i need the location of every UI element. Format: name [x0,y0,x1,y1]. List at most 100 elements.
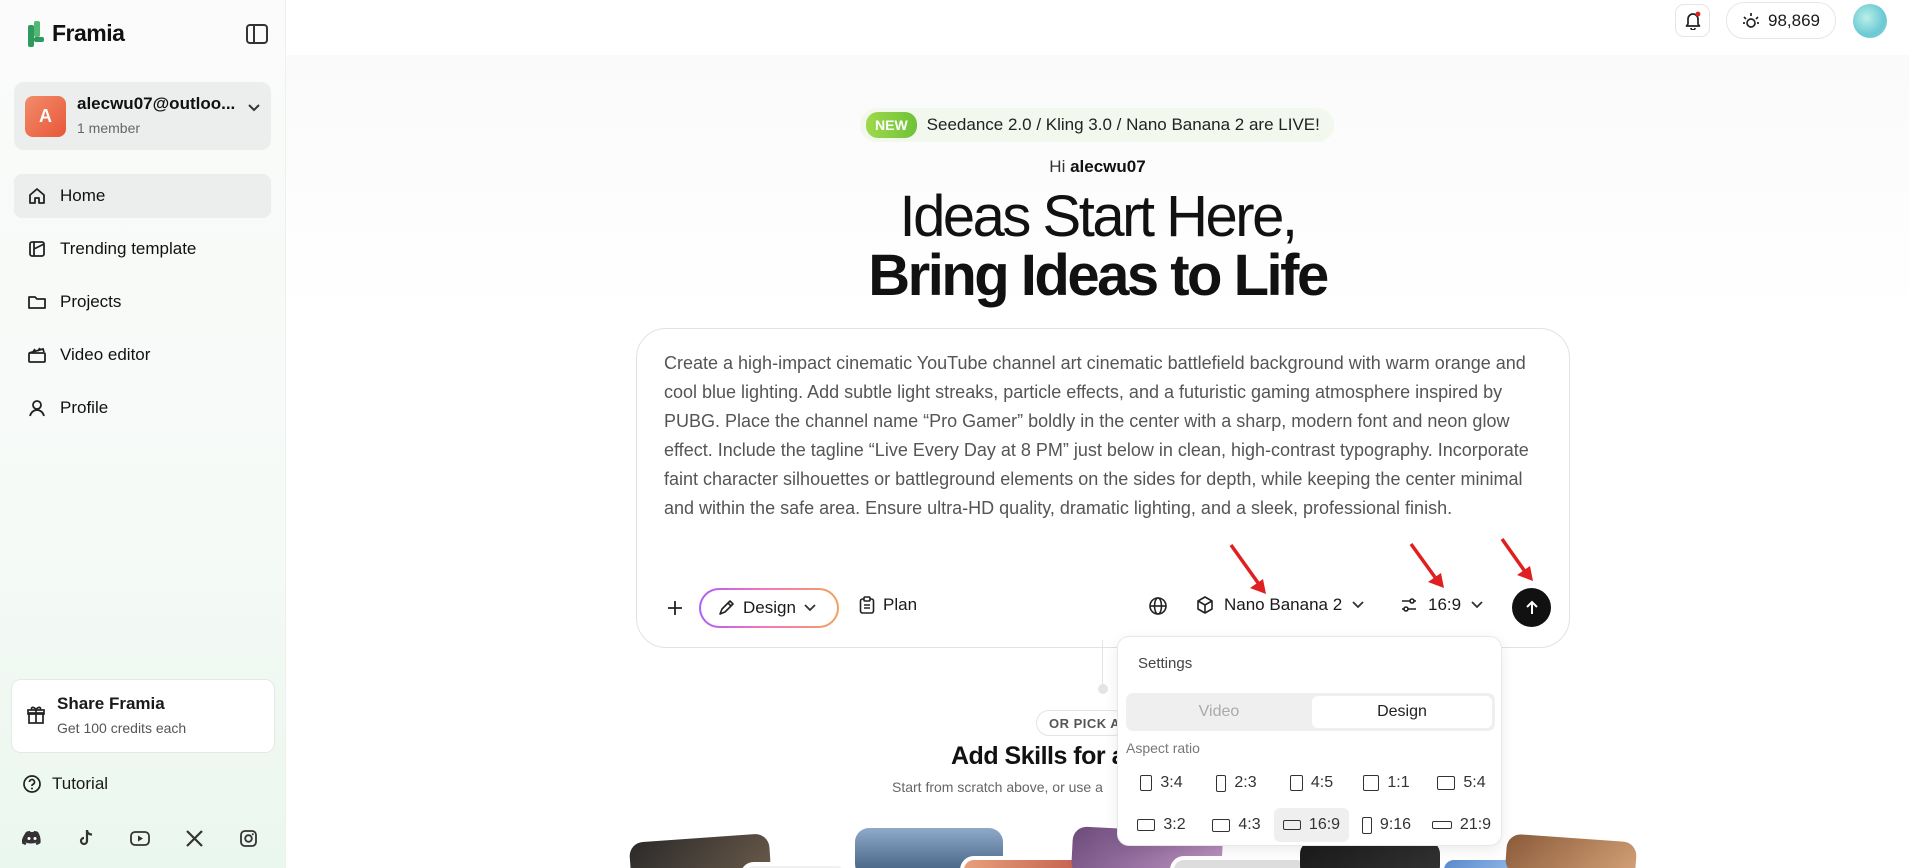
chevron-down-icon [1352,601,1364,609]
account-switcher[interactable]: A alecwu07@outloo... 1 member [14,82,271,150]
template-thumbnail[interactable] [1170,856,1310,868]
tiktok-icon[interactable] [76,828,96,848]
settings-popover: Settings Video Design Aspect ratio 3:4 2… [1117,636,1502,846]
annotation-arrow-icon [1409,542,1444,588]
ratio-shape-icon [1363,775,1380,791]
bell-icon [1685,11,1700,30]
ratio-shape-icon [1289,775,1303,791]
instagram-icon[interactable] [238,828,258,848]
avatar: A [25,96,66,137]
ratio-option-label: 5:4 [1463,774,1486,791]
share-framia-card[interactable]: Share Framia Get 100 credits each [11,679,275,753]
sidebar-item-video-editor[interactable]: Video editor [14,333,271,377]
clapperboard-icon [26,344,48,366]
sidebar-nav: Home Trending template Projects Video ed… [14,174,271,439]
sidebar-item-trending-template[interactable]: Trending template [14,227,271,271]
chevron-down-icon [1471,601,1483,609]
web-search-toggle[interactable] [1148,596,1168,621]
sidebar-item-projects[interactable]: Projects [14,280,271,324]
template-thumbnail[interactable] [1504,833,1638,868]
framia-logo[interactable]: Framia [28,20,125,47]
account-members: 1 member [77,120,141,136]
credits-badge[interactable]: 98,869 [1726,2,1836,39]
new-badge: NEW [866,112,917,138]
plan-button[interactable]: Plan [859,595,917,615]
ratio-option[interactable]: 5:4 [1424,766,1499,800]
ratio-option[interactable]: 4:5 [1274,766,1349,800]
framia-logo-icon [28,20,46,47]
ratio-option-label: 2:3 [1234,774,1257,791]
social-links [22,828,258,848]
add-attachment-button[interactable] [667,595,683,623]
ratio-shape-icon [1216,774,1227,792]
youtube-icon[interactable] [130,828,150,848]
user-icon [26,397,48,419]
credits-count: 98,869 [1768,10,1820,30]
mode-selector[interactable]: Design [699,588,839,628]
annotation-arrow-icon [1229,543,1266,594]
design-brush-icon [719,600,734,615]
tab-design[interactable]: Design [1312,696,1492,728]
credits-icon [1743,12,1759,28]
aspect-ratio-selector[interactable]: 16:9 [1400,595,1483,615]
ratio-option[interactable]: 4:3 [1199,808,1274,842]
sidebar-item-label: Projects [60,292,122,311]
announcement-banner[interactable]: NEW Seedance 2.0 / Kling 3.0 / Nano Bana… [860,108,1334,142]
ratio-option-label: 3:2 [1163,816,1186,833]
tutorial-label: Tutorial [52,774,109,793]
ratio-option[interactable]: 2:3 [1199,766,1274,800]
ratio-option[interactable]: 3:2 [1124,808,1199,842]
prompt-textarea[interactable]: Create a high-impact cinematic YouTube c… [664,349,1554,523]
hero-title-line-1: Ideas Start Here, [899,184,1298,249]
ratio-option[interactable]: 21:9 [1424,808,1499,842]
ratio-shape-icon [1137,819,1156,831]
mode-label: Design [743,598,796,617]
ratio-option-label: 21:9 [1459,816,1492,833]
model-selector[interactable]: Nano Banana 2 [1196,595,1364,615]
settings-sliders-icon [1402,598,1416,612]
send-button[interactable] [1512,588,1551,627]
share-title: Share Framia [57,694,165,713]
tutorial-link[interactable]: Tutorial [22,774,108,794]
plus-icon [668,601,682,615]
ratio-shape-icon [1361,816,1372,834]
sidebar-toggle-icon[interactable] [246,24,268,44]
ratio-option-selected[interactable]: 16:9 [1274,808,1349,842]
plan-label: Plan [883,595,918,614]
ratio-shape-icon [1212,818,1231,832]
logo-text: Framia [52,20,125,46]
ratio-shape-icon [1437,776,1456,790]
clipboard-icon [859,596,875,614]
template-thumbnail[interactable] [740,862,850,868]
prompt-composer: Create a high-impact cinematic YouTube c… [636,328,1570,648]
aspect-ratio-grid: 3:4 2:3 4:5 1:1 5:4 3:2 4:3 16:9 9:16 21… [1124,766,1499,850]
chevron-down-icon [804,604,816,612]
folder-icon [26,291,48,313]
tab-video[interactable]: Video [1129,696,1309,728]
discord-icon[interactable] [22,828,42,848]
ratio-shape-icon [1431,821,1452,829]
account-name: alecwu07@outloo... [77,94,236,113]
ratio-option-label: 3:4 [1160,774,1183,791]
sidebar-item-profile[interactable]: Profile [14,386,271,430]
home-icon [26,185,48,207]
sidebar-item-home[interactable]: Home [14,174,271,218]
user-avatar[interactable] [1853,4,1887,38]
pick-label: OR PICK A [1036,710,1126,736]
ratio-option[interactable]: 1:1 [1349,766,1424,800]
connector-dot [1098,684,1108,694]
ratio-option[interactable]: 3:4 [1124,766,1199,800]
announcement-text: Seedance 2.0 / Kling 3.0 / Nano Banana 2… [926,115,1320,134]
share-subtitle: Get 100 credits each [57,720,187,736]
globe-icon [1149,597,1167,615]
arrow-up-icon [1525,600,1538,614]
template-icon [26,238,48,260]
sidebar-item-label: Home [60,186,106,205]
chevron-down-icon [248,104,260,112]
sidebar-item-label: Trending template [60,239,197,258]
x-icon[interactable] [184,828,204,848]
ratio-option[interactable]: 9:16 [1349,808,1424,842]
cube-icon [1197,596,1213,614]
notifications-button[interactable] [1675,4,1710,37]
gift-icon [27,706,45,724]
